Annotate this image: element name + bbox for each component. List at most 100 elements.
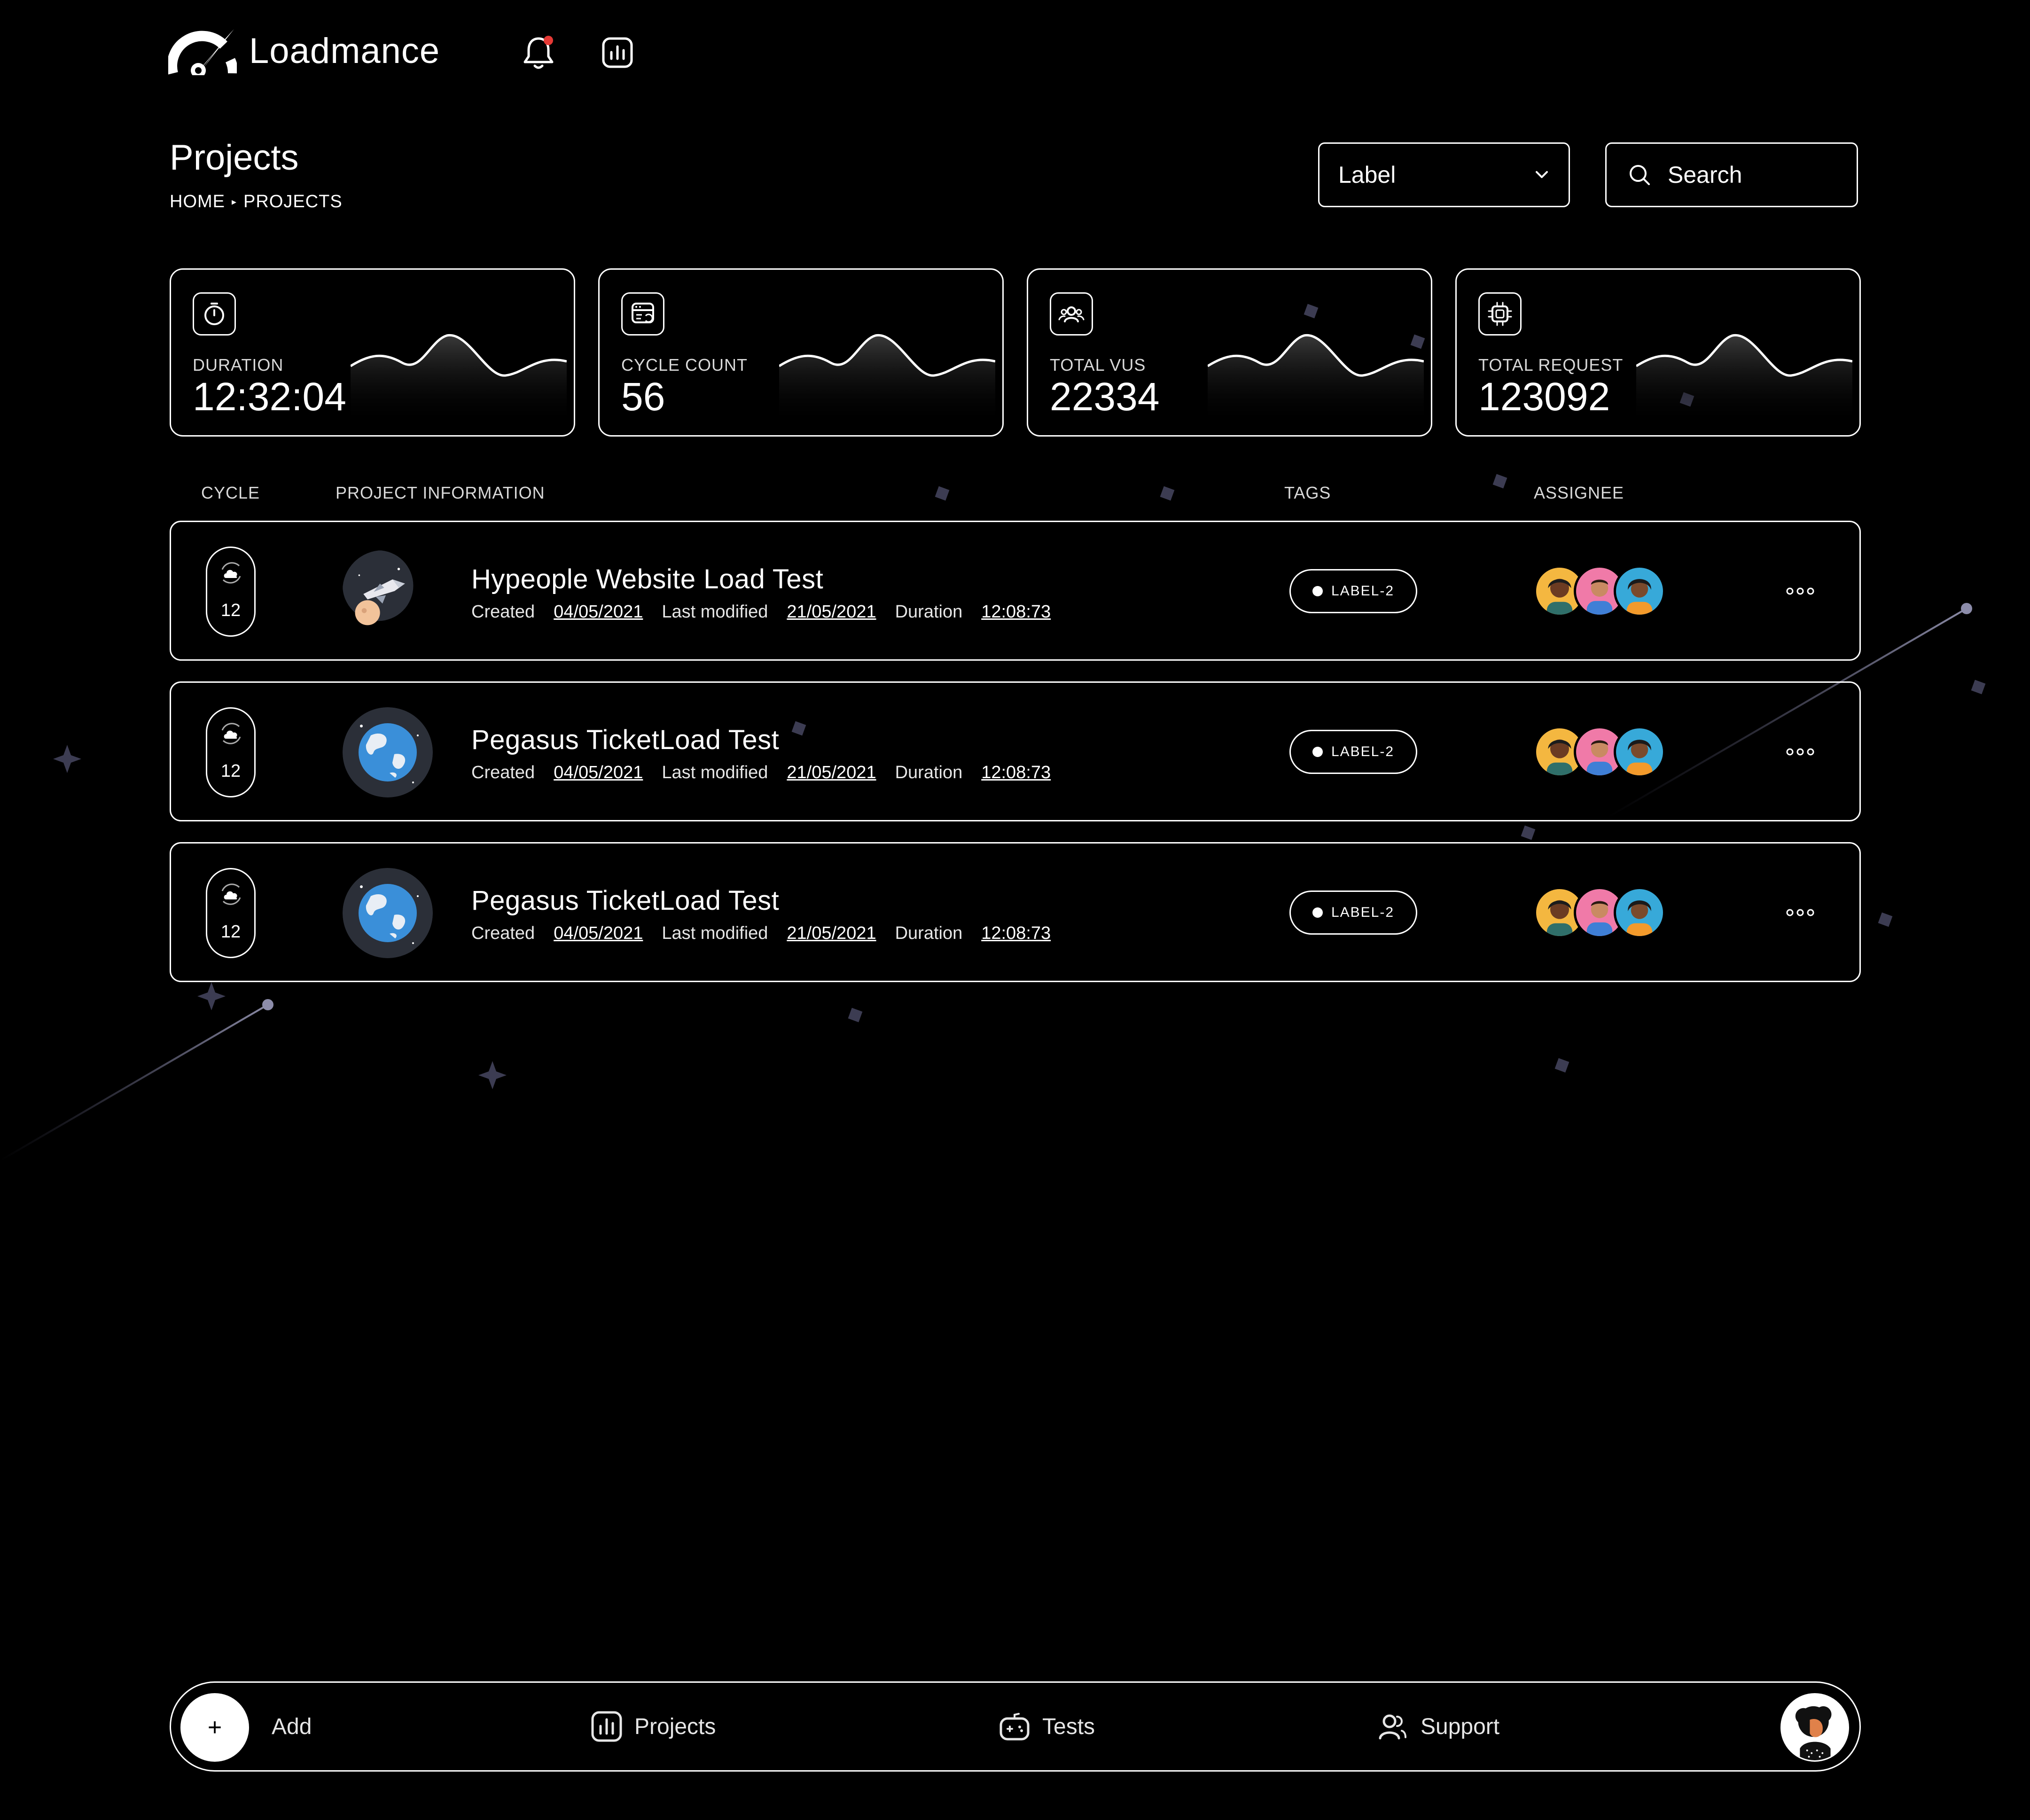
notification-dot [544,36,553,45]
stat-label: TOTAL VUS [1050,355,1146,375]
nav-support-label: Support [1421,1714,1500,1739]
nav-support[interactable]: Support [1376,1683,1499,1770]
breadcrumb-home[interactable]: HOME [170,192,225,212]
chevron-down-icon [1536,171,1548,178]
tag-dot-icon [1312,747,1323,757]
modified-label: Last modified [662,602,768,622]
users-group-icon [1050,292,1093,336]
cycle-number: 12 [220,761,241,781]
sparkline [1208,334,1424,425]
tag-badge[interactable]: LABEL-2 [1289,730,1417,774]
search-placeholder: Search [1668,162,1742,188]
created-date: 04/05/2021 [554,602,643,622]
user-avatar[interactable] [1780,1693,1849,1762]
stat-card-total-vus[interactable]: TOTAL VUS 22334 [1027,268,1432,437]
stat-label: DURATION [193,355,284,375]
stat-card-cycle-count[interactable]: CYCLE COUNT 56 [598,268,1004,437]
support-users-icon [1379,1714,1406,1740]
project-meta: Created 04/05/2021 Last modified 21/05/2… [471,763,1051,783]
more-options-icon[interactable] [1785,740,1815,764]
cloud-sync-icon [221,723,241,744]
modified-date: 21/05/2021 [787,923,876,943]
tag-badge[interactable]: LABEL-2 [1289,890,1417,935]
column-header-tags: TAGS [1284,483,1331,502]
tag-badge[interactable]: LABEL-2 [1289,569,1417,613]
search-input[interactable]: Search [1605,142,1858,207]
table-row[interactable]: 12 Pegasus TicketLoad Test Created 04/05… [170,681,1861,821]
column-header-cycle: CYCLE [201,483,260,502]
bell-icon [523,36,554,69]
cloud-sync-icon [221,562,241,584]
modified-date: 21/05/2021 [787,763,876,782]
reports-button[interactable] [599,34,636,71]
more-options-icon[interactable] [1785,901,1815,924]
stat-label: CYCLE COUNT [621,355,748,375]
tag-label: LABEL-2 [1331,744,1395,759]
label-select[interactable]: Label [1318,142,1570,207]
assignee-group[interactable] [1534,565,1675,617]
plus-icon: + [207,1714,222,1741]
modified-label: Last modified [662,923,768,943]
notifications-button[interactable] [520,34,557,71]
duration-value: 12:08:73 [981,923,1051,943]
stat-card-total-request[interactable]: TOTAL REQUEST 123092 [1455,268,1861,437]
app-name: Loadmance [249,31,440,71]
app-logo[interactable]: Loadmance [168,26,440,75]
assignee-group[interactable] [1534,726,1675,778]
add-button[interactable]: + [180,1693,249,1762]
column-header-assignee: ASSIGNEE [1534,483,1624,502]
more-options-icon[interactable] [1785,579,1815,603]
table-row[interactable]: 12 Pegasus TicketLoad Test Created 04/05… [170,842,1861,982]
project-meta: Created 04/05/2021 Last modified 21/05/2… [471,923,1051,944]
cycle-badge: 12 [206,868,256,958]
earth-illustration [343,868,433,958]
created-date: 04/05/2021 [554,763,643,782]
project-name[interactable]: Pegasus TicketLoad Test [471,885,779,916]
tag-label: LABEL-2 [1331,905,1395,920]
tag-dot-icon [1312,907,1323,918]
tag-dot-icon [1312,586,1323,596]
breadcrumb-current: PROJECTS [243,192,343,211]
tag-label: LABEL-2 [1331,583,1395,599]
duration-label: Duration [895,602,963,622]
table-row[interactable]: 12 Hypeople Website Load Test Created 04… [170,521,1861,661]
duration-value: 12:08:73 [981,763,1051,782]
project-meta: Created 04/05/2021 Last modified 21/05/2… [471,602,1051,622]
created-label: Created [471,602,535,622]
project-name[interactable]: Hypeople Website Load Test [471,563,823,595]
chart-icon [591,1711,622,1742]
cpu-chip-icon [1478,292,1522,336]
assignee-group[interactable] [1534,887,1675,938]
duration-label: Duration [895,763,963,782]
page-title: Projects [170,138,299,178]
stat-value: 56 [621,375,665,419]
project-name[interactable]: Pegasus TicketLoad Test [471,724,779,756]
breadcrumb-separator-icon: ▸ [232,197,237,207]
user-avatar-illustration [1782,1695,1848,1760]
nav-add-label: Add [272,1714,312,1739]
modified-label: Last modified [662,763,768,782]
cycle-badge: 12 [206,707,256,797]
breadcrumb: HOME ▸ PROJECTS [170,192,343,212]
chart-icon [602,37,633,68]
avatar [1614,887,1665,938]
logo-gauge-icon [168,29,237,75]
stat-card-duration[interactable]: DURATION 12:32:04 [170,268,575,437]
sparkline [351,334,567,425]
stat-label: TOTAL REQUEST [1478,355,1624,375]
nav-add[interactable]: Add [272,1683,312,1770]
label-select-value: Label [1338,162,1396,188]
cycle-number: 12 [220,922,241,942]
nav-tests-label: Tests [1042,1714,1095,1739]
nav-tests[interactable]: Tests [998,1683,1095,1770]
nav-projects[interactable]: Projects [590,1683,716,1770]
cycle-badge: 12 [206,547,256,637]
duration-value: 12:08:73 [981,602,1051,622]
server-cycle-icon [621,292,664,336]
cycle-number: 12 [220,601,241,620]
avatar [1614,726,1665,778]
earth-illustration [343,707,433,797]
created-label: Created [471,923,535,943]
modified-date: 21/05/2021 [787,602,876,622]
stat-value: 123092 [1478,375,1610,419]
